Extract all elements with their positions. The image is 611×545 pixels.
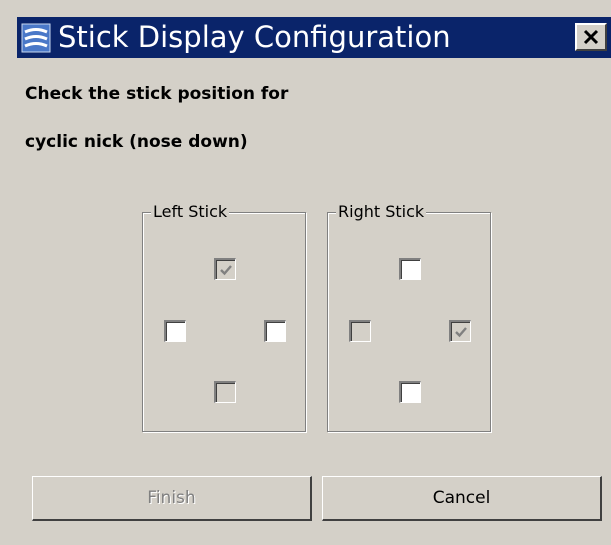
window-title: Stick Display Configuration [58,20,451,54]
title-bar[interactable]: Stick Display Configuration [17,17,611,58]
left-stick-up-checkbox [214,258,236,280]
stick-display-config-dialog: Stick Display Configuration Check the st… [0,0,611,545]
right-stick-right-checkbox [449,320,471,342]
right-stick-left-checkbox [349,320,371,342]
left-stick-left-checkbox[interactable] [164,320,186,342]
app-icon [21,23,51,53]
close-button[interactable] [575,23,607,51]
left-stick-label: Left Stick [151,202,230,222]
left-stick-group: Left Stick [142,202,306,432]
checkmark-icon [220,265,232,276]
dialog-body: Check the stick position for cyclic nick… [17,58,611,545]
finish-button[interactable]: Finish [32,476,312,521]
left-stick-down-checkbox [214,381,236,403]
instruction-line-2: cyclic nick (nose down) [25,132,248,152]
checkmark-icon [455,327,467,338]
right-stick-down-checkbox[interactable] [399,381,421,403]
right-stick-label: Right Stick [336,202,427,222]
right-stick-up-checkbox[interactable] [399,258,421,280]
close-icon [583,26,599,51]
left-stick-right-checkbox[interactable] [264,320,286,342]
instruction-line-1: Check the stick position for [25,84,289,104]
right-stick-group: Right Stick [327,202,491,432]
cancel-button[interactable]: Cancel [322,476,602,521]
